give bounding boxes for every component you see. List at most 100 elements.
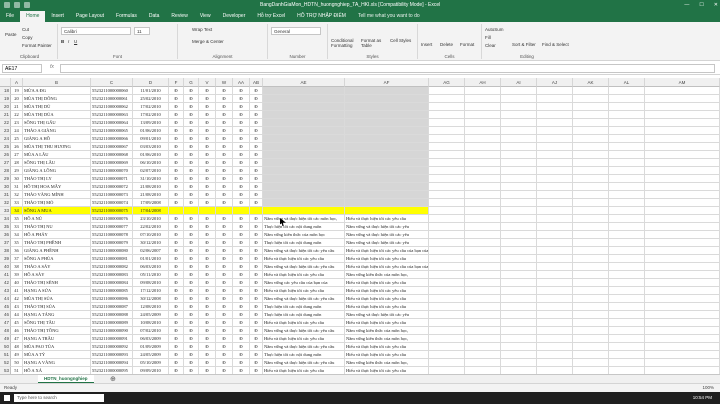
row-header[interactable]: 28 <box>0 167 11 175</box>
cell-empty[interactable] <box>501 143 537 151</box>
cell-empty[interactable] <box>537 247 573 255</box>
cell-ae[interactable]: Hiểu và thực hiện tốt các yêu cầu <box>263 319 345 327</box>
cell-mark[interactable]: Đ <box>199 295 216 303</box>
cell-empty[interactable] <box>609 271 645 279</box>
row-header[interactable]: 26 <box>0 151 11 159</box>
cell-mark[interactable]: Đ <box>233 359 250 367</box>
minimize-icon[interactable]: — <box>684 0 689 11</box>
cell-empty[interactable] <box>501 287 537 295</box>
cell-date[interactable]: 01/01/2010 <box>133 255 169 263</box>
cell-num[interactable]: 24 <box>11 127 23 135</box>
cell-empty[interactable] <box>501 343 537 351</box>
cell-mark[interactable]: Đ <box>250 135 263 143</box>
cell-empty[interactable] <box>465 263 501 271</box>
cell-af[interactable] <box>345 103 429 111</box>
cell-empty[interactable] <box>429 335 465 343</box>
tab-view[interactable]: View <box>194 11 217 22</box>
cell-mark[interactable]: Đ <box>199 103 216 111</box>
cell-num[interactable]: 30 <box>11 175 23 183</box>
cell-id[interactable]: 5523211000000072 <box>91 183 133 191</box>
cell-ae[interactable] <box>263 183 345 191</box>
name-box[interactable]: AE17 <box>2 64 42 73</box>
cell-mark[interactable]: Đ <box>216 319 233 327</box>
cell-num[interactable]: 40 <box>11 279 23 287</box>
cell-empty[interactable] <box>645 343 720 351</box>
cell-mark[interactable]: Đ <box>250 279 263 287</box>
row-header[interactable]: 42 <box>0 279 11 287</box>
cell-empty[interactable] <box>645 215 720 223</box>
cell-empty[interactable] <box>645 111 720 119</box>
cell-mark[interactable]: Đ <box>250 335 263 343</box>
cell-mark[interactable]: Đ <box>233 223 250 231</box>
cell-date[interactable]: 13/09/2010 <box>133 119 169 127</box>
cell-empty[interactable] <box>537 111 573 119</box>
cell-empty[interactable] <box>609 279 645 287</box>
cell-empty[interactable] <box>429 327 465 335</box>
cell-name[interactable]: MÙA THỊ SỦA <box>23 295 91 303</box>
cell-id[interactable]: 5523211000000063 <box>91 111 133 119</box>
cell-mark[interactable]: Đ <box>216 87 233 95</box>
cell-mark[interactable]: Đ <box>233 143 250 151</box>
cell-mark[interactable]: Đ <box>199 135 216 143</box>
cell-mark[interactable]: Đ <box>199 223 216 231</box>
cell-empty[interactable] <box>609 343 645 351</box>
select-all-corner[interactable] <box>0 78 11 87</box>
cell-ae[interactable]: Nắm vững kiến thức của môn học <box>263 231 345 239</box>
cell-ae[interactable]: Thực hiện tốt các nội dung môn <box>263 311 345 319</box>
cell-empty[interactable] <box>429 167 465 175</box>
cell-date[interactable]: 21/08/2010 <box>133 191 169 199</box>
cell-name[interactable]: HỒ A NÚ <box>23 215 91 223</box>
cell-mark[interactable]: Đ <box>216 255 233 263</box>
cell-mark[interactable]: Đ <box>169 191 184 199</box>
cell-af[interactable]: Hiểu và thực hiện tốt các yêu cầu <box>345 279 429 287</box>
cell-empty[interactable] <box>537 343 573 351</box>
cell-mark[interactable]: Đ <box>169 311 184 319</box>
cell-mark[interactable]: Đ <box>184 103 199 111</box>
cell-date[interactable]: 06/03/2010 <box>133 263 169 271</box>
cell-date[interactable]: 05/10/2009 <box>133 359 169 367</box>
cell-empty[interactable] <box>609 223 645 231</box>
row-header[interactable]: 20 <box>0 103 11 111</box>
cell-mark[interactable]: Đ <box>169 359 184 367</box>
cell-empty[interactable] <box>537 263 573 271</box>
cell-mark[interactable]: Đ <box>250 183 263 191</box>
cell-mark[interactable]: Đ <box>250 231 263 239</box>
cell-empty[interactable] <box>645 151 720 159</box>
cell-mark[interactable]: Đ <box>233 343 250 351</box>
cell-ae[interactable] <box>263 103 345 111</box>
cell-empty[interactable] <box>645 183 720 191</box>
cell-ae[interactable] <box>263 135 345 143</box>
cell-name[interactable]: SỒNG A MUA <box>23 207 91 215</box>
cell-empty[interactable] <box>465 151 501 159</box>
cell-empty[interactable] <box>537 199 573 207</box>
paste-button[interactable]: Paste <box>5 32 17 37</box>
cell-mark[interactable]: Đ <box>199 239 216 247</box>
cell-empty[interactable] <box>609 119 645 127</box>
cell-mark[interactable]: Đ <box>233 119 250 127</box>
cell-af[interactable]: Nắm vững và thực hiện tốt các yêu <box>345 231 429 239</box>
cell-name[interactable]: SỒNG THỊ GẤU <box>23 119 91 127</box>
cell-empty[interactable] <box>465 143 501 151</box>
cell-mark[interactable]: Đ <box>169 159 184 167</box>
cell-mark[interactable]: Đ <box>233 159 250 167</box>
cell-num[interactable]: 23 <box>11 119 23 127</box>
cell-empty[interactable] <box>609 255 645 263</box>
column-header[interactable]: AB <box>250 78 263 87</box>
cell-mark[interactable]: Đ <box>216 191 233 199</box>
cell-num[interactable]: 33 <box>11 199 23 207</box>
cell-empty[interactable] <box>645 231 720 239</box>
cell-mark[interactable]: Đ <box>169 247 184 255</box>
cell-mark[interactable]: Đ <box>199 159 216 167</box>
cell-ae[interactable]: Nắm vững và thực hiện tốt các yêu cầu <box>263 359 345 367</box>
column-header[interactable]: AH <box>465 78 501 87</box>
cell-mark[interactable]: Đ <box>233 175 250 183</box>
cell-id[interactable]: 5523211000000081 <box>91 255 133 263</box>
cell-empty[interactable] <box>609 319 645 327</box>
cell-mark[interactable]: Đ <box>184 215 199 223</box>
redo-icon[interactable] <box>24 2 30 8</box>
cell-mark[interactable]: Đ <box>184 159 199 167</box>
cell-num[interactable]: 35 <box>11 215 23 223</box>
cell-empty[interactable] <box>537 295 573 303</box>
cell-id[interactable]: 5523211000000093 <box>91 351 133 359</box>
cell-mark[interactable]: Đ <box>169 255 184 263</box>
